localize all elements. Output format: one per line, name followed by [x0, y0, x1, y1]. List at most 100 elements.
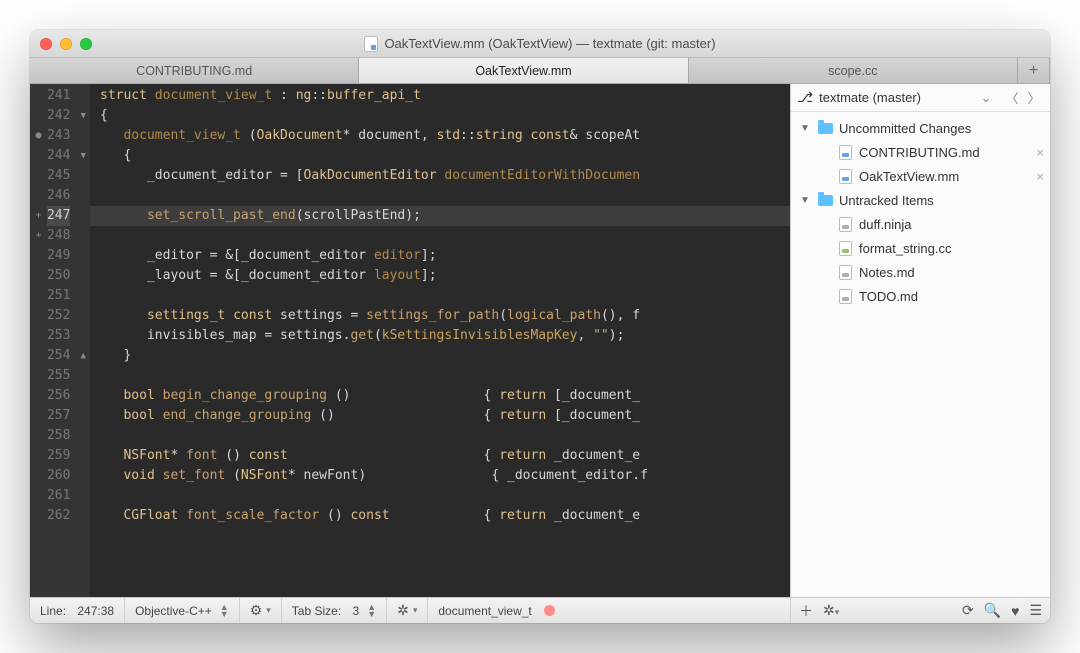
- reload-button[interactable]: ⟳: [962, 602, 974, 619]
- line-number: 241: [47, 86, 70, 106]
- code-line[interactable]: }: [90, 346, 790, 366]
- line-number: 260: [47, 466, 70, 486]
- history-dropdown-button[interactable]: ⌄: [976, 88, 996, 108]
- fold-marker[interactable]: ▼: [76, 106, 90, 126]
- gutter-mark: [30, 86, 47, 106]
- code-line[interactable]: [90, 426, 790, 446]
- line-number: 261: [47, 486, 70, 506]
- fold-marker[interactable]: ▼: [76, 146, 90, 166]
- tree-file-row[interactable]: CONTRIBUTING.md×: [791, 140, 1050, 164]
- nav-back-button[interactable]: 〈: [1002, 88, 1022, 108]
- tab-oaktextview[interactable]: OakTextView.mm: [359, 58, 688, 83]
- code-line[interactable]: settings_t const settings = settings_for…: [90, 306, 790, 326]
- code-line[interactable]: {: [90, 146, 790, 166]
- gutter-mark: [30, 326, 47, 346]
- tabsize-cell[interactable]: Tab Size: 3 ▲▼: [282, 598, 387, 623]
- add-button[interactable]: ＋: [799, 601, 813, 621]
- titlebar: OakTextView.mm (OakTextView) — textmate …: [30, 30, 1050, 58]
- gutter[interactable]: ●++ 241242243244245246247248249250251252…: [30, 84, 90, 597]
- search-button[interactable]: 🔍: [984, 602, 1001, 619]
- line-number: 259: [47, 446, 70, 466]
- close-window-button[interactable]: [40, 38, 52, 50]
- tab-contributing[interactable]: CONTRIBUTING.md: [30, 58, 359, 83]
- code-line[interactable]: _editor = &[_document_editor editor];: [90, 246, 790, 266]
- code-line[interactable]: bool begin_change_grouping () { return […: [90, 386, 790, 406]
- fold-marker[interactable]: ▲: [76, 346, 90, 366]
- fold-marker: [76, 466, 90, 486]
- cursor-position-cell[interactable]: Line: 247:38: [30, 598, 125, 623]
- code-line[interactable]: CGFloat font_scale_factor () const { ret…: [90, 506, 790, 526]
- code-editor[interactable]: ●++ 241242243244245246247248249250251252…: [30, 84, 790, 597]
- tree-file-row[interactable]: duff.ninja: [791, 212, 1050, 236]
- gutter-mark: +: [30, 226, 47, 246]
- line-number: 247: [47, 206, 70, 226]
- fold-marker: [76, 166, 90, 186]
- bundle-items-cell[interactable]: ✲ ▾: [387, 598, 428, 623]
- code-line[interactable]: set_scroll_past_end(scrollPastEnd);: [90, 206, 790, 226]
- code-line[interactable]: _layout = &[_document_editor layout];: [90, 266, 790, 286]
- code-line[interactable]: bool end_change_grouping () { return [_d…: [90, 406, 790, 426]
- discard-button[interactable]: ×: [1036, 145, 1044, 160]
- actions-menu-button[interactable]: ✲▾: [823, 602, 839, 620]
- gear-icon: ✲: [823, 602, 835, 618]
- tree-file-row[interactable]: Notes.md: [791, 260, 1050, 284]
- code-line[interactable]: {: [90, 106, 790, 126]
- new-tab-button[interactable]: +: [1018, 58, 1050, 83]
- tree-file-row[interactable]: OakTextView.mm ×: [791, 164, 1050, 188]
- recording-indicator: [544, 605, 555, 616]
- repo-branch-label[interactable]: textmate (master): [819, 90, 970, 105]
- gutter-marks: ●++: [30, 86, 47, 597]
- code-line[interactable]: void set_font (NSFont* newFont) { _docum…: [90, 466, 790, 486]
- disclosure-triangle-icon[interactable]: ▼: [799, 123, 811, 134]
- gutter-line-numbers: 2412422432442452462472482492502512522532…: [47, 86, 76, 597]
- tree-section[interactable]: ▼Uncommitted Changes: [791, 116, 1050, 140]
- file-icon: [837, 168, 853, 184]
- document-proxy-icon[interactable]: [364, 36, 378, 52]
- discard-button[interactable]: ×: [1036, 169, 1044, 184]
- zoom-window-button[interactable]: [80, 38, 92, 50]
- code-line[interactable]: [90, 286, 790, 306]
- tree-section[interactable]: ▼Untracked Items: [791, 188, 1050, 212]
- file-label: TODO.md: [859, 289, 1044, 304]
- file-icon: [837, 144, 853, 160]
- gutter-fold-column[interactable]: ▼ ▼ ▲: [76, 86, 90, 597]
- code-line[interactable]: _document_editor = [OakDocumentEditor do…: [90, 166, 790, 186]
- code-line[interactable]: [90, 366, 790, 386]
- gear-icon: ✲: [397, 602, 409, 619]
- language-cell[interactable]: Objective-C++ ▲▼: [125, 598, 240, 623]
- symbol-cell[interactable]: document_view_t: [428, 598, 790, 623]
- tab-scope[interactable]: scope.cc: [689, 58, 1018, 83]
- favorites-button[interactable]: ♥: [1011, 603, 1019, 619]
- file-label: format_string.cc: [859, 241, 1044, 256]
- gutter-mark: [30, 306, 47, 326]
- scm-sidebar: ⎇ textmate (master) ⌄ 〈 〉 ▼Uncommitted C…: [790, 84, 1050, 597]
- gutter-mark: [30, 266, 47, 286]
- tree-file-row[interactable]: TODO.md: [791, 284, 1050, 308]
- minimize-window-button[interactable]: [60, 38, 72, 50]
- scm-tree: ▼Uncommitted ChangesCONTRIBUTING.md×OakT…: [791, 112, 1050, 312]
- file-label: OakTextView.mm: [859, 169, 1030, 184]
- fold-marker: [76, 286, 90, 306]
- code-line[interactable]: NSFont* font () const { return _document…: [90, 446, 790, 466]
- code-line[interactable]: [90, 186, 790, 206]
- line-number: 258: [47, 426, 70, 446]
- disclosure-triangle-icon[interactable]: ▼: [799, 195, 811, 206]
- file-icon: [837, 264, 853, 280]
- gutter-mark: [30, 106, 47, 126]
- code-line[interactable]: struct document_view_t : ng::buffer_api_…: [90, 86, 790, 106]
- file-label: duff.ninja: [859, 217, 1044, 232]
- bundle-menu-cell[interactable]: ⚙ ▾: [240, 598, 282, 623]
- code-line[interactable]: document_view_t (OakDocument* document, …: [90, 126, 790, 146]
- gutter-mark: [30, 146, 47, 166]
- code-line[interactable]: [90, 226, 790, 246]
- nav-forward-button[interactable]: 〉: [1024, 88, 1044, 108]
- scm-button[interactable]: ☰: [1029, 602, 1042, 619]
- fold-marker: [76, 446, 90, 466]
- folder-icon: [817, 120, 833, 136]
- code-line[interactable]: invisibles_map = settings.get(kSettingsI…: [90, 326, 790, 346]
- code-line[interactable]: [90, 486, 790, 506]
- gutter-mark: +: [30, 206, 47, 226]
- fold-marker: [76, 366, 90, 386]
- tree-file-row[interactable]: format_string.cc: [791, 236, 1050, 260]
- code-content[interactable]: struct document_view_t : ng::buffer_api_…: [90, 84, 790, 597]
